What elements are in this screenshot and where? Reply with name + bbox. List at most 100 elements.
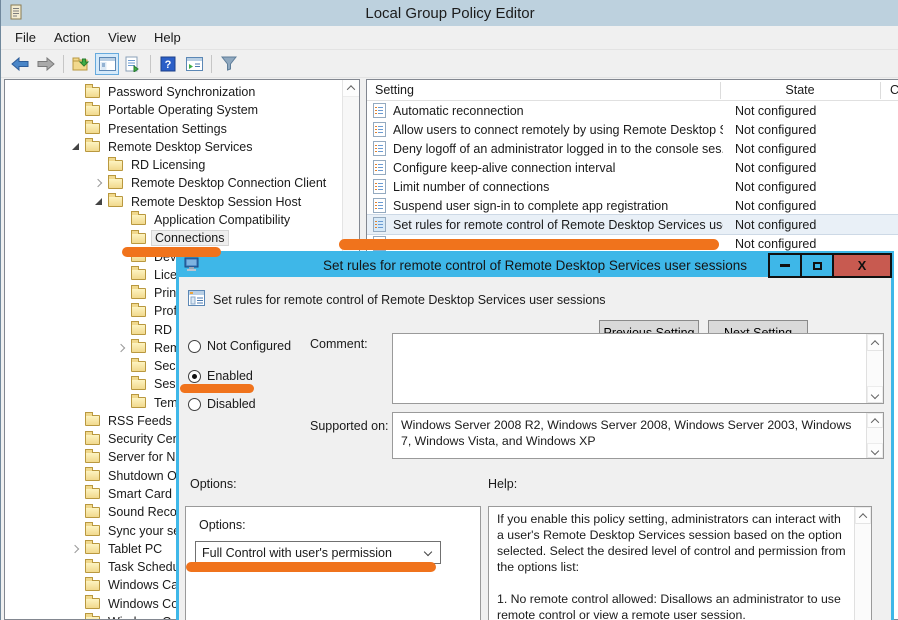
expander-icon[interactable] — [94, 178, 104, 188]
supported-scrollbar[interactable] — [866, 413, 883, 458]
tree-item[interactable]: RD Licensing — [5, 156, 343, 174]
comment-textarea[interactable] — [392, 333, 884, 404]
tree-item-label: Connections — [151, 230, 229, 246]
radio-option[interactable]: Enabled — [188, 369, 253, 383]
tree-item[interactable]: Connections — [5, 229, 343, 247]
radio-icon[interactable] — [188, 340, 201, 353]
tree-item[interactable]: Portable Operating System — [5, 101, 343, 119]
expander-icon[interactable] — [71, 489, 81, 499]
open-folder-icon[interactable] — [69, 53, 93, 75]
expander-icon[interactable] — [94, 160, 104, 170]
scroll-up-button[interactable] — [867, 334, 883, 351]
minimize-button[interactable] — [768, 253, 802, 278]
expander-icon[interactable] — [71, 124, 81, 134]
setting-row[interactable]: Suspend user sign-in to complete app reg… — [367, 196, 898, 215]
expander-icon[interactable] — [71, 452, 81, 462]
radio-icon[interactable] — [188, 398, 201, 411]
column-divider[interactable] — [720, 82, 721, 99]
expander-icon[interactable] — [71, 142, 81, 152]
close-button[interactable]: X — [832, 253, 892, 278]
dialog-setting-name: Set rules for remote control of Remote D… — [213, 293, 606, 307]
expander-icon[interactable] — [71, 87, 81, 97]
console-tree-icon[interactable] — [95, 53, 119, 75]
expander-icon[interactable] — [117, 288, 127, 298]
local-group-policy-editor-window: Local Group Policy Editor FileActionView… — [0, 0, 898, 620]
show-window-icon[interactable] — [182, 53, 206, 75]
column-setting[interactable]: Setting — [375, 83, 414, 97]
expander-icon[interactable] — [117, 215, 127, 225]
setting-row[interactable]: Deny logoff of an administrator logged i… — [367, 139, 898, 158]
expander-icon[interactable] — [117, 343, 127, 353]
expander-icon[interactable] — [117, 306, 127, 316]
tree-item-label: Tablet PC — [105, 542, 165, 556]
expander-icon[interactable] — [71, 507, 81, 517]
setting-row[interactable]: Set rules for remote control of Remote D… — [367, 215, 898, 234]
expander-icon[interactable] — [71, 562, 81, 572]
expander-icon[interactable] — [71, 471, 81, 481]
scroll-up-button[interactable] — [855, 507, 871, 524]
tree-item[interactable]: Application Compatibility — [5, 211, 343, 229]
expander-icon[interactable] — [117, 379, 127, 389]
expander-icon[interactable] — [117, 325, 127, 335]
setting-row[interactable]: Limit number of connections Not configur… — [367, 177, 898, 196]
expander-icon[interactable] — [71, 434, 81, 444]
radio-option[interactable]: Not Configured — [188, 339, 291, 353]
folder-icon — [131, 397, 146, 408]
menu-view[interactable]: View — [99, 28, 145, 47]
expander-icon[interactable] — [71, 544, 81, 554]
folder-icon — [85, 580, 100, 591]
radio-icon[interactable] — [188, 370, 201, 383]
help-icon[interactable]: ? — [156, 53, 180, 75]
column-comment[interactable]: Comment — [890, 83, 898, 97]
scroll-down-button[interactable] — [867, 386, 883, 403]
scroll-up-button[interactable] — [867, 413, 883, 428]
folder-icon — [85, 598, 100, 609]
control-level-dropdown[interactable]: Full Control with user's permission — [195, 541, 441, 564]
expander-icon[interactable] — [71, 105, 81, 115]
expander-icon[interactable] — [71, 599, 81, 609]
expander-icon[interactable] — [117, 398, 127, 408]
setting-name: Allow users to connect remotely by using… — [393, 123, 723, 137]
expander-icon[interactable] — [117, 233, 127, 243]
expander-icon[interactable] — [117, 361, 127, 371]
setting-state: Not configured — [735, 161, 816, 175]
expander-icon[interactable] — [94, 197, 104, 207]
menu-action[interactable]: Action — [45, 28, 99, 47]
supported-on-label: Supported on: — [310, 419, 389, 433]
tree-item[interactable]: Remote Desktop Connection Client — [5, 174, 343, 192]
scroll-down-button[interactable] — [867, 443, 883, 458]
tree-item[interactable]: Remote Desktop Services — [5, 138, 343, 156]
expander-icon[interactable] — [71, 580, 81, 590]
export-list-icon[interactable] — [121, 53, 145, 75]
tree-item[interactable]: Presentation Settings — [5, 120, 343, 138]
menu-file[interactable]: File — [6, 28, 45, 47]
setting-row[interactable]: Automatic reconnection Not configured — [367, 101, 898, 120]
maximize-button[interactable] — [800, 253, 834, 278]
expander-icon[interactable] — [71, 416, 81, 426]
dialog-titlebar[interactable]: Set rules for remote control of Remote D… — [179, 254, 891, 277]
tree-item-label: RSS Feeds — [105, 414, 175, 428]
back-icon[interactable] — [8, 53, 32, 75]
menu-help[interactable]: Help — [145, 28, 190, 47]
scroll-up-button[interactable] — [343, 80, 359, 97]
tree-item[interactable]: Password Synchronization — [5, 83, 343, 101]
setting-row[interactable]: Allow users to connect remotely by using… — [367, 120, 898, 139]
setting-state: Not configured — [735, 142, 816, 156]
filter-icon[interactable] — [217, 53, 241, 75]
expander-icon[interactable] — [117, 270, 127, 280]
tree-item[interactable]: Remote Desktop Session Host — [5, 193, 343, 211]
radio-option[interactable]: Disabled — [188, 397, 256, 411]
options-label: Options: — [190, 477, 237, 491]
folder-icon — [85, 488, 100, 499]
help-scrollbar[interactable] — [854, 507, 871, 620]
policy-setting-icon — [188, 290, 205, 310]
menu-bar: FileActionViewHelp — [1, 26, 898, 50]
chevron-up-icon — [871, 418, 879, 426]
expander-icon[interactable] — [71, 526, 81, 536]
column-state[interactable]: State — [720, 83, 880, 97]
setting-row[interactable]: Configure keep-alive connection interval… — [367, 158, 898, 177]
folder-icon — [85, 87, 100, 98]
forward-icon[interactable] — [34, 53, 58, 75]
comment-scrollbar[interactable] — [866, 334, 883, 403]
column-divider[interactable] — [880, 82, 881, 99]
